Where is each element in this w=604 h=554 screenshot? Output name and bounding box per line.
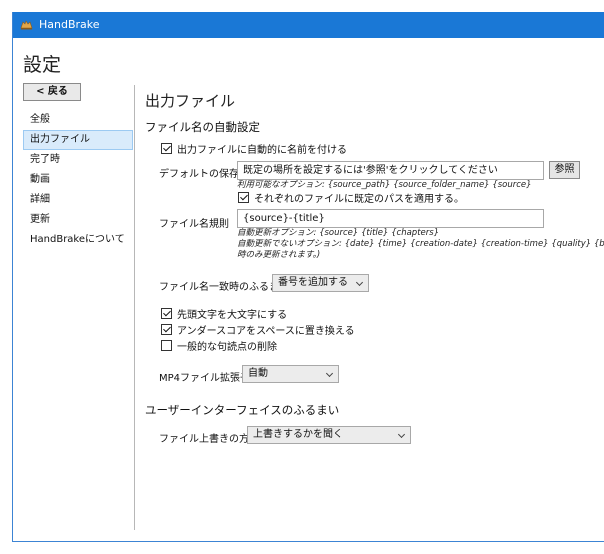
apply-path-checkbox-label: それぞれのファイルに既定のパスを適用する。 xyxy=(254,194,464,205)
collision-select[interactable]: 番号を追加する xyxy=(272,274,369,292)
nav-item-video[interactable]: 動画 xyxy=(23,170,133,190)
nav-item-general[interactable]: 全般 xyxy=(23,110,133,130)
chevron-down-icon xyxy=(397,430,406,439)
handbrake-app-icon xyxy=(20,20,33,30)
settings-nav: 全般 出力ファイル 完了時 動画 詳細 更新 HandBrakeについて xyxy=(23,110,133,250)
underscore-checkbox-label: アンダースコアをスペースに置き換える xyxy=(177,326,355,337)
file-format-hint-3: 時のみ更新されます。) xyxy=(237,250,321,260)
page-title: 設定 xyxy=(23,54,62,76)
overwrite-select[interactable]: 上書きするかを聞く xyxy=(247,426,411,444)
back-button[interactable]: < 戻る xyxy=(23,83,81,101)
overwrite-select-value: 上書きするかを聞く xyxy=(253,429,343,440)
window-title: HandBrake xyxy=(39,18,100,31)
chevron-down-icon xyxy=(325,369,334,378)
title-case-checkbox-box[interactable] xyxy=(161,308,172,319)
title-case-checkbox[interactable]: 先頭文字を大文字にする xyxy=(161,306,287,321)
underscore-checkbox[interactable]: アンダースコアをスペースに置き換える xyxy=(161,322,355,337)
underscore-checkbox-box[interactable] xyxy=(161,324,172,335)
nav-item-about[interactable]: HandBrakeについて xyxy=(23,230,133,250)
title-case-checkbox-label: 先頭文字を大文字にする xyxy=(177,310,288,321)
punctuation-checkbox[interactable]: 一般的な句読点の削除 xyxy=(161,338,277,353)
file-format-hint-2: 自動更新でないオプション: {date} {time} {creation-da… xyxy=(237,239,604,249)
default-path-label: デフォルトの保存先 xyxy=(159,169,249,180)
nav-item-output-files[interactable]: 出力ファイル xyxy=(23,130,133,150)
auto-name-checkbox[interactable]: 出力ファイルに自動的に名前を付ける xyxy=(161,141,347,156)
chevron-down-icon xyxy=(355,278,364,287)
mp4-ext-select[interactable]: 自動 xyxy=(242,365,339,383)
file-format-hint-1: 自動更新オプション: {source} {title} {chapters} xyxy=(237,228,440,238)
browse-button[interactable]: 参照 xyxy=(549,161,580,179)
nav-item-when-done[interactable]: 完了時 xyxy=(23,150,133,170)
section-title: 出力ファイル xyxy=(145,92,236,110)
nav-item-advanced[interactable]: 詳細 xyxy=(23,190,133,210)
collision-select-value: 番号を追加する xyxy=(278,277,348,288)
mp4-ext-label: MP4ファイル拡張子: xyxy=(159,373,254,384)
auto-name-checkbox-box[interactable] xyxy=(161,143,172,154)
default-path-input[interactable]: 既定の場所を設定するには'参照'をクリックしてください xyxy=(237,161,544,180)
auto-name-checkbox-label: 出力ファイルに自動的に名前を付ける xyxy=(177,145,347,156)
handbrake-window: HandBrake 設定 < 戻る 全般 出力ファイル 完了時 動画 詳細 更新… xyxy=(12,12,604,542)
apply-path-checkbox[interactable]: それぞれのファイルに既定のパスを適用する。 xyxy=(238,190,464,205)
file-format-input[interactable]: {source}-{title} xyxy=(237,209,544,228)
mp4-ext-select-value: 自動 xyxy=(248,368,268,379)
nav-divider xyxy=(134,85,135,530)
title-bar: HandBrake xyxy=(13,12,604,38)
punctuation-checkbox-label: 一般的な句読点の削除 xyxy=(177,342,277,353)
auto-naming-heading: ファイル名の自動設定 xyxy=(145,120,260,134)
file-format-label: ファイル名規則 xyxy=(159,219,229,230)
apply-path-checkbox-box[interactable] xyxy=(238,192,249,203)
ui-behavior-heading: ユーザーインターフェイスのふるまい xyxy=(145,403,340,417)
nav-item-updates[interactable]: 更新 xyxy=(23,210,133,230)
punctuation-checkbox-box[interactable] xyxy=(161,340,172,351)
